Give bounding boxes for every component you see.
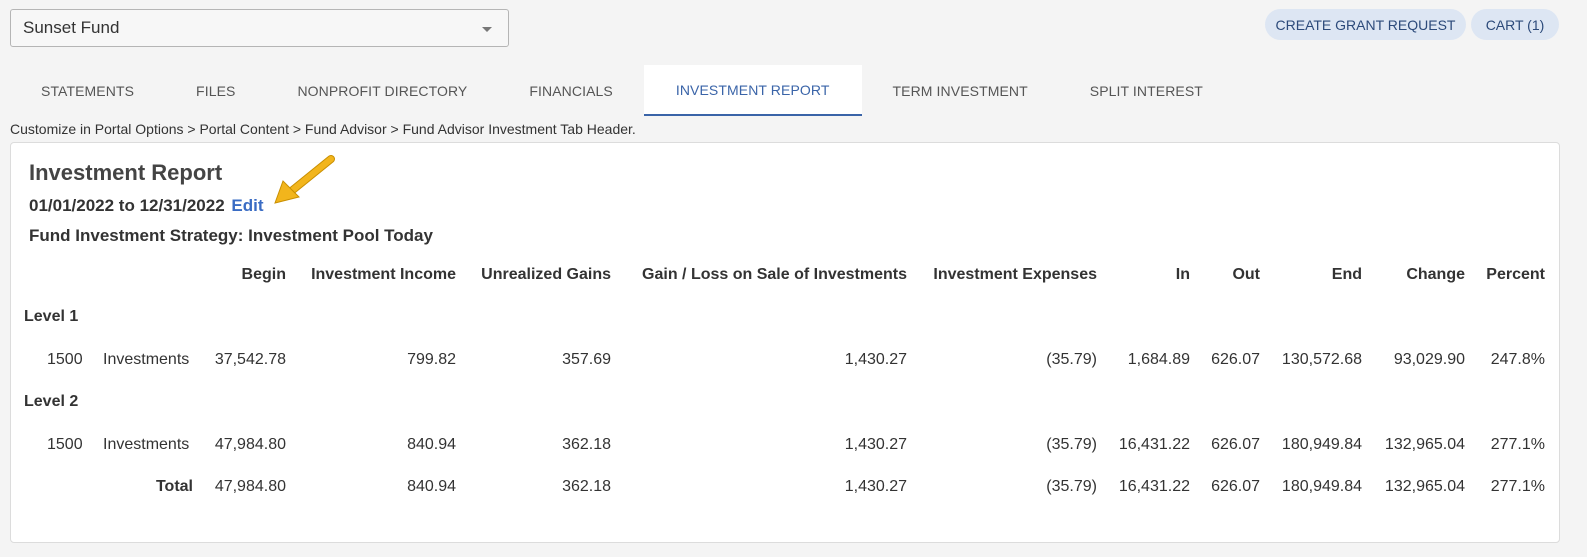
col-header-in: In xyxy=(1175,266,1190,283)
cell-begin: 37,542.78 xyxy=(214,351,286,368)
investment-strategy: Fund Investment Strategy: Investment Poo… xyxy=(29,226,433,245)
account-code: 1500 xyxy=(47,351,83,368)
col-header-change: Change xyxy=(1406,266,1465,283)
total-investment-income: 840.94 xyxy=(407,478,456,495)
tab-financials[interactable]: FINANCIALS xyxy=(498,65,643,116)
total-change: 132,965.04 xyxy=(1384,478,1465,495)
date-range-text: 01/01/2022 to 12/31/2022 xyxy=(29,196,225,215)
investment-report-card: Investment Report 01/01/2022 to 12/31/20… xyxy=(10,142,1560,543)
fund-selector[interactable]: Sunset Fund xyxy=(10,9,509,47)
edit-date-link[interactable]: Edit xyxy=(231,196,263,215)
cell-investment-expenses: (35.79) xyxy=(1046,351,1097,368)
tab-nonprofit-directory[interactable]: NONPROFIT DIRECTORY xyxy=(266,65,498,116)
col-header-unrealized-gains: Unrealized Gains xyxy=(481,266,611,283)
page-title: Investment Report xyxy=(29,160,223,185)
cell-unrealized-gains: 357.69 xyxy=(562,351,611,368)
cell-begin: 47,984.80 xyxy=(214,436,286,453)
cell-out: 626.07 xyxy=(1211,436,1260,453)
total-gain-loss: 1,430.27 xyxy=(844,478,907,495)
col-header-begin: Begin xyxy=(241,266,286,283)
total-unrealized-gains: 362.18 xyxy=(562,478,611,495)
chevron-down-icon xyxy=(482,27,492,32)
cell-investment-expenses: (35.79) xyxy=(1046,436,1097,453)
cell-gain-loss: 1,430.27 xyxy=(844,351,907,368)
account-name: Investments xyxy=(103,351,190,368)
total-percent: 277.1% xyxy=(1490,478,1545,495)
cell-in: 1,684.89 xyxy=(1127,351,1190,368)
breadcrumb: Customize in Portal Options > Portal Con… xyxy=(10,121,636,137)
col-header-percent: Percent xyxy=(1486,266,1545,283)
cell-out: 626.07 xyxy=(1211,351,1260,368)
total-investment-expenses: (35.79) xyxy=(1046,478,1097,495)
tab-split-interest[interactable]: SPLIT INTEREST xyxy=(1059,65,1234,116)
cell-investment-income: 799.82 xyxy=(407,351,456,368)
create-grant-request-button[interactable]: CREATE GRANT REQUEST xyxy=(1265,9,1466,40)
total-label: Total xyxy=(155,478,193,495)
arrow-pointer-icon xyxy=(274,155,335,204)
cell-unrealized-gains: 362.18 xyxy=(562,436,611,453)
cell-percent: 277.1% xyxy=(1490,436,1545,453)
cell-gain-loss: 1,430.27 xyxy=(844,436,907,453)
tab-investment-report[interactable]: INVESTMENT REPORT xyxy=(643,65,862,116)
total-in: 16,431.22 xyxy=(1118,478,1190,495)
level-2-label: Level 2 xyxy=(24,393,79,410)
cell-change: 132,965.04 xyxy=(1384,436,1465,453)
cell-end: 180,949.84 xyxy=(1281,436,1362,453)
total-begin: 47,984.80 xyxy=(214,478,286,495)
account-name: Investments xyxy=(103,436,190,453)
cell-end: 130,572.68 xyxy=(1281,351,1362,368)
date-range: 01/01/2022 to 12/31/2022 Edit xyxy=(29,196,264,216)
total-out: 626.07 xyxy=(1211,478,1260,495)
cell-percent: 247.8% xyxy=(1490,351,1545,368)
cell-investment-income: 840.94 xyxy=(407,436,456,453)
cell-in: 16,431.22 xyxy=(1118,436,1190,453)
level-1-label: Level 1 xyxy=(24,308,79,325)
col-header-end: End xyxy=(1331,266,1362,283)
col-header-out: Out xyxy=(1232,266,1260,283)
col-header-investment-income: Investment Income xyxy=(311,266,456,283)
col-header-gain-loss: Gain / Loss on Sale of Investments xyxy=(642,266,907,283)
tab-statements[interactable]: STATEMENTS xyxy=(10,65,165,116)
tab-files[interactable]: FILES xyxy=(165,65,266,116)
cell-change: 93,029.90 xyxy=(1393,351,1465,368)
tab-bar: STATEMENTS FILES NONPROFIT DIRECTORY FIN… xyxy=(10,65,1234,116)
cart-button[interactable]: CART (1) xyxy=(1471,9,1559,40)
tab-term-investment[interactable]: TERM INVESTMENT xyxy=(862,65,1059,116)
col-header-investment-expenses: Investment Expenses xyxy=(933,266,1097,283)
fund-selector-value: Sunset Fund xyxy=(23,18,120,37)
account-code: 1500 xyxy=(47,436,83,453)
total-end: 180,949.84 xyxy=(1281,478,1362,495)
